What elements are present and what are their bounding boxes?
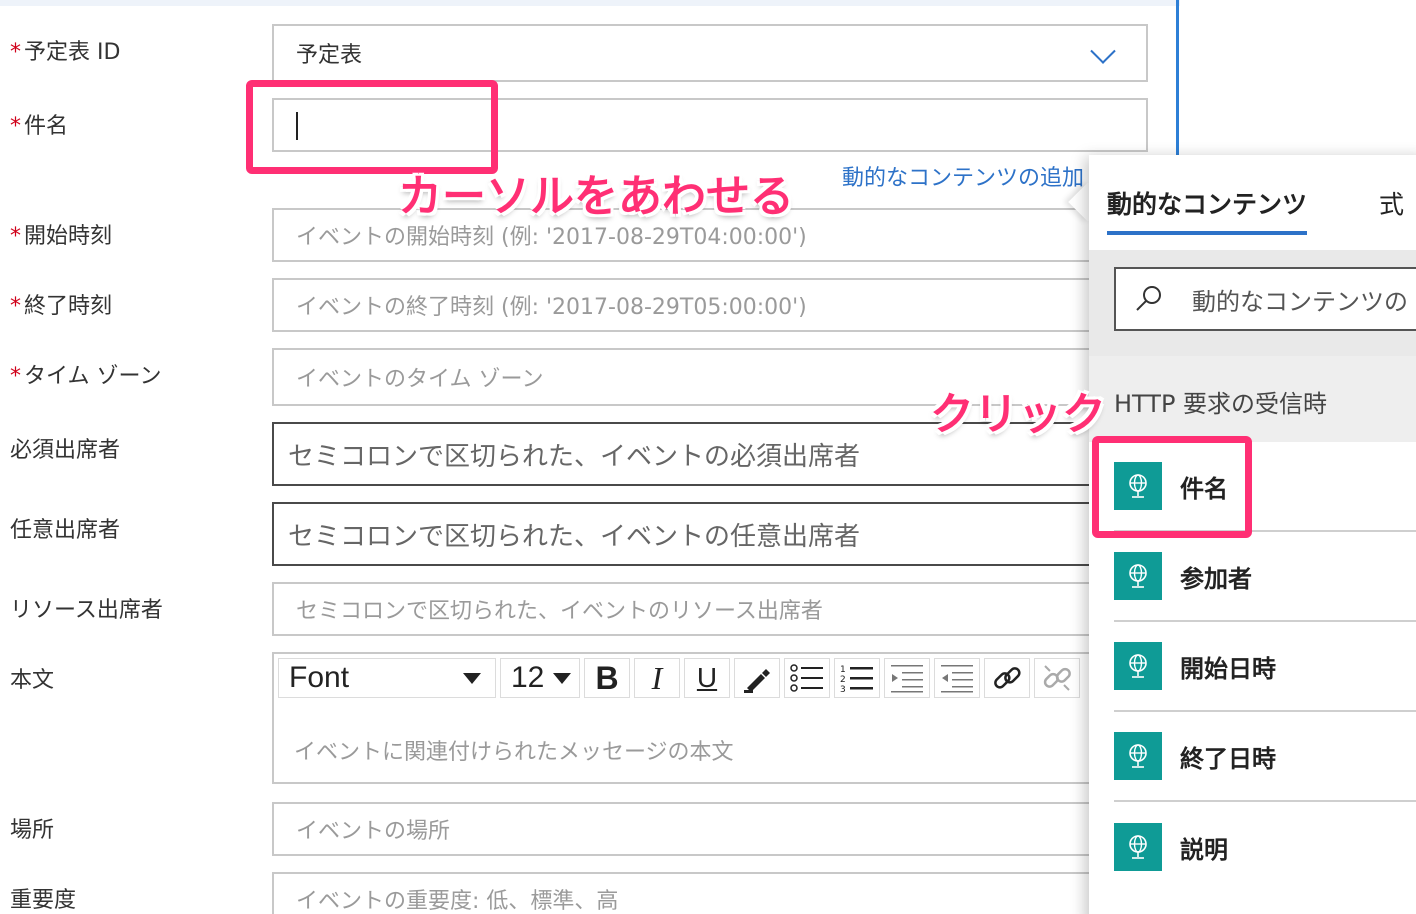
- dynamic-content-search-input[interactable]: 動的なコンテンツの: [1114, 267, 1416, 331]
- remove-link-button[interactable]: [1034, 658, 1080, 698]
- font-family-dropdown[interactable]: Font: [278, 658, 496, 698]
- top-strip: [0, 0, 1180, 6]
- numbered-list-icon: 123: [840, 665, 873, 693]
- body-editor[interactable]: Font 12 B I U 123 イベントに関連付けられたメッセージの本文: [272, 652, 1102, 784]
- required-marker: *: [10, 114, 21, 139]
- optional-attendees-input[interactable]: セミコロンで区切られた、イベントの任意出席者: [272, 502, 1102, 566]
- start-time-label: * 開始時刻: [10, 224, 113, 249]
- subject-label: * 件名: [10, 114, 69, 139]
- click-annotation: クリック: [930, 389, 1106, 440]
- time-zone-label: * タイム ゾーン: [10, 364, 162, 389]
- location-input[interactable]: イベントの場所: [272, 802, 1102, 856]
- form-edge-accent: [1176, 0, 1179, 160]
- globe-icon: [1114, 732, 1162, 780]
- tab-dynamic-content[interactable]: 動的なコンテンツ: [1107, 185, 1308, 235]
- svg-text:3: 3: [840, 685, 846, 693]
- svg-text:2: 2: [840, 675, 846, 685]
- svg-text:1: 1: [840, 665, 846, 675]
- dynamic-item-start-datetime[interactable]: 開始日時: [1114, 622, 1416, 712]
- importance-label: 重要度: [10, 888, 77, 913]
- location-label: 場所: [10, 818, 55, 843]
- end-time-input[interactable]: イベントの終了時刻 (例: '2017-08-29T05:00:00'): [272, 278, 1102, 332]
- dropdown-caret-icon: [553, 672, 571, 684]
- globe-icon: [1114, 552, 1162, 600]
- importance-select[interactable]: イベントの重要度: 低、標準、高: [272, 872, 1102, 914]
- indent-button[interactable]: [934, 658, 980, 698]
- outdent-icon: [891, 665, 923, 693]
- calendar-id-label: * 予定表 ID: [10, 40, 121, 65]
- bulleted-list-button[interactable]: [784, 658, 830, 698]
- chevron-down-icon: [1090, 38, 1116, 64]
- body-label: 本文: [10, 668, 55, 693]
- indent-icon: [941, 665, 973, 693]
- search-area: 動的なコンテンツの: [1089, 250, 1416, 356]
- subject-item-highlight-box: [1092, 436, 1252, 538]
- underline-button[interactable]: U: [684, 658, 730, 698]
- resource-attendees-label: リソース出席者: [10, 598, 163, 623]
- required-marker: *: [10, 40, 21, 65]
- required-marker: *: [10, 364, 21, 389]
- pen-icon: [744, 669, 770, 693]
- globe-icon: [1114, 823, 1162, 871]
- dropdown-caret-icon: [463, 672, 481, 684]
- tab-expression[interactable]: 式: [1379, 185, 1404, 221]
- insert-link-button[interactable]: [984, 658, 1030, 698]
- add-dynamic-content-link[interactable]: 動的なコンテンツの追加: [842, 160, 1084, 192]
- cursor-annotation: カーソルをあわせる: [398, 171, 794, 222]
- required-marker: *: [10, 294, 21, 319]
- section-header: HTTP 要求の受信時: [1089, 356, 1416, 442]
- italic-button[interactable]: I: [634, 658, 680, 698]
- optional-attendees-label: 任意出席者: [10, 518, 121, 543]
- numbered-list-button[interactable]: 123: [834, 658, 880, 698]
- required-marker: *: [10, 224, 21, 249]
- end-time-label: * 終了時刻: [10, 294, 113, 319]
- dynamic-item-description[interactable]: 説明: [1114, 802, 1416, 892]
- required-attendees-label: 必須出席者: [10, 438, 121, 463]
- editor-toolbar: Font 12 B I U 123: [278, 658, 1080, 702]
- search-icon: [1136, 286, 1161, 311]
- dynamic-item-attendees[interactable]: 参加者: [1114, 532, 1416, 622]
- resource-attendees-input[interactable]: セミコロンで区切られた、イベントのリソース出席者: [272, 582, 1102, 636]
- bullet-list-icon: [790, 664, 823, 692]
- calendar-id-select[interactable]: 予定表: [272, 24, 1148, 82]
- link-icon: [994, 667, 1021, 689]
- dynamic-item-end-datetime[interactable]: 終了日時: [1114, 712, 1416, 802]
- font-size-dropdown[interactable]: 12: [500, 658, 580, 698]
- unlink-icon: [1043, 665, 1071, 691]
- globe-icon: [1114, 642, 1162, 690]
- body-placeholder: イベントに関連付けられたメッセージの本文: [294, 740, 734, 765]
- bold-button[interactable]: B: [584, 658, 630, 698]
- font-color-button[interactable]: [734, 658, 780, 698]
- outdent-button[interactable]: [884, 658, 930, 698]
